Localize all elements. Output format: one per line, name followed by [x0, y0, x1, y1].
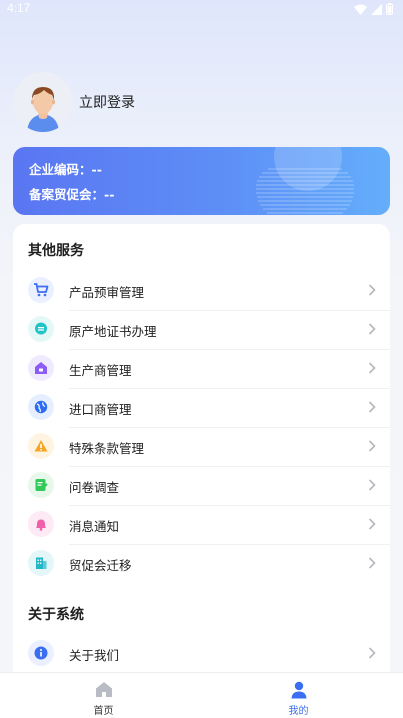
menu-item-label: 特殊条款管理	[69, 441, 145, 456]
menu-item-about-us[interactable]: 关于我们	[13, 634, 390, 673]
menu-item-survey[interactable]: 问卷调查	[13, 466, 390, 505]
section-title-other-services: 其他服务	[28, 243, 84, 259]
status-time: 4:17	[7, 1, 31, 15]
tab-home[interactable]: 首页	[3, 673, 204, 718]
signal-icon	[371, 3, 382, 15]
badge-icon	[28, 316, 54, 342]
menu-item-council-migration[interactable]: 贸促会迁移	[13, 544, 390, 583]
avatar-person-icon	[13, 72, 73, 132]
globe-icon	[28, 394, 54, 420]
login-link[interactable]: 立即登录	[79, 92, 135, 112]
bell-icon	[28, 511, 54, 537]
menu-item-label: 消息通知	[69, 519, 120, 534]
status-bar: 4:17	[0, 0, 403, 18]
avatar[interactable]	[13, 72, 73, 132]
menu-item-label: 产品预审管理	[69, 285, 145, 300]
menu-item-label: 进口商管理	[69, 402, 132, 417]
chevron-right-icon	[368, 440, 376, 452]
menu-item-importer-management[interactable]: 进口商管理	[13, 388, 390, 427]
warning-icon	[28, 433, 54, 459]
profile-header[interactable]: 立即登录	[13, 72, 135, 132]
registered-council: 备案贸促会：--	[29, 187, 115, 202]
tab-mine[interactable]: 我的	[198, 673, 399, 718]
building-icon	[28, 550, 54, 576]
chevron-right-icon	[368, 479, 376, 491]
menu-item-notifications[interactable]: 消息通知	[13, 505, 390, 544]
status-icons	[354, 3, 393, 15]
info-icon	[28, 640, 54, 666]
menu-item-label: 贸促会迁移	[69, 558, 132, 573]
services-panel: 其他服务 产品预审管理 原产地证书办理 生产商管理 进口商管理 特殊条款管理 问…	[13, 224, 390, 684]
wifi-icon	[354, 4, 367, 15]
tab-mine-label: 我的	[288, 706, 309, 717]
bottom-tab-bar: 首页 我的	[0, 672, 403, 718]
card-decoration	[256, 147, 354, 214]
menu-item-certificate-of-origin[interactable]: 原产地证书办理	[13, 310, 390, 349]
user-icon	[291, 681, 306, 699]
menu-item-special-clause-management[interactable]: 特殊条款管理	[13, 427, 390, 466]
menu-item-product-pre-review[interactable]: 产品预审管理	[13, 271, 390, 310]
menu-item-label: 问卷调查	[69, 480, 120, 495]
tab-home-label: 首页	[93, 706, 114, 717]
survey-icon	[28, 472, 54, 498]
home-icon	[95, 682, 112, 697]
chevron-right-icon	[368, 284, 376, 296]
section-title-about-system: 关于系统	[28, 607, 84, 623]
battery-icon	[386, 3, 393, 15]
menu-item-label: 关于我们	[69, 648, 120, 663]
menu-item-manufacturer-management[interactable]: 生产商管理	[13, 349, 390, 388]
chevron-right-icon	[368, 401, 376, 413]
chevron-right-icon	[368, 362, 376, 374]
chevron-right-icon	[368, 323, 376, 335]
menu-item-label: 原产地证书办理	[69, 324, 157, 339]
enterprise-info-card: 企业编码：-- 备案贸促会：--	[13, 147, 390, 215]
chevron-right-icon	[368, 557, 376, 569]
factory-icon	[28, 355, 54, 381]
menu-item-label: 生产商管理	[69, 363, 132, 378]
cart-icon	[28, 277, 54, 303]
chevron-right-icon	[368, 647, 376, 659]
chevron-right-icon	[368, 518, 376, 530]
enterprise-code: 企业编码：--	[29, 162, 102, 177]
